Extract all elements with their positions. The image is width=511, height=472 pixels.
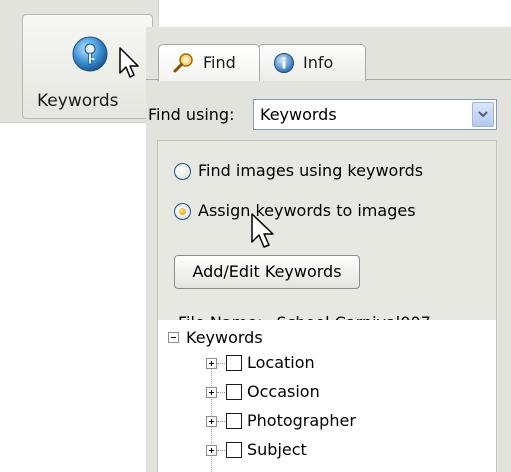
info-icon bbox=[274, 53, 294, 73]
tree-item-label: Photographer bbox=[247, 411, 356, 430]
radio-selected-dot bbox=[179, 208, 186, 215]
checkbox[interactable] bbox=[226, 442, 242, 458]
chevron-down-icon bbox=[478, 111, 488, 118]
expand-icon[interactable] bbox=[206, 358, 217, 369]
radio-button-selected[interactable] bbox=[174, 203, 191, 220]
keywords-toolbar-label: Keywords bbox=[37, 91, 119, 111]
radio-find-images-label: Find images using keywords bbox=[198, 161, 424, 180]
tab-find-label: Find bbox=[203, 53, 236, 72]
keywords-tree: Keywords Location Occasion Photographer … bbox=[157, 320, 497, 472]
radio-button[interactable] bbox=[174, 163, 191, 180]
collapse-icon[interactable] bbox=[168, 332, 179, 343]
dropdown-arrow-button[interactable] bbox=[472, 102, 494, 127]
tree-item-label: Subject bbox=[247, 440, 307, 459]
expand-icon[interactable] bbox=[206, 387, 217, 398]
keywords-panel: Find Info Find using: Keywords Find imag… bbox=[146, 27, 511, 472]
magnifier-icon bbox=[173, 53, 193, 73]
checkbox[interactable] bbox=[226, 384, 242, 400]
add-edit-keywords-button[interactable]: Add/Edit Keywords bbox=[174, 255, 360, 289]
find-using-label: Find using: bbox=[148, 105, 235, 124]
keywords-globe-icon bbox=[72, 36, 108, 72]
checkbox[interactable] bbox=[226, 413, 242, 429]
mouse-pointer-icon bbox=[251, 213, 274, 248]
tab-info[interactable]: Info bbox=[258, 44, 366, 81]
expand-icon[interactable] bbox=[206, 445, 217, 456]
tree-item-label: Location bbox=[247, 353, 315, 372]
find-options-group: Find images using keywords Assign keywor… bbox=[157, 140, 497, 332]
tree-item-label: Occasion bbox=[247, 382, 320, 401]
radio-assign-keywords-label: Assign keywords to images bbox=[198, 201, 416, 220]
find-using-value: Keywords bbox=[260, 105, 337, 124]
tree-root-label: Keywords bbox=[186, 328, 263, 347]
tab-info-label: Info bbox=[303, 53, 334, 72]
checkbox[interactable] bbox=[226, 355, 242, 371]
tab-find[interactable]: Find bbox=[158, 44, 260, 81]
expand-icon[interactable] bbox=[206, 416, 217, 427]
find-using-select[interactable]: Keywords bbox=[253, 99, 497, 130]
mouse-pointer-icon bbox=[119, 47, 139, 78]
